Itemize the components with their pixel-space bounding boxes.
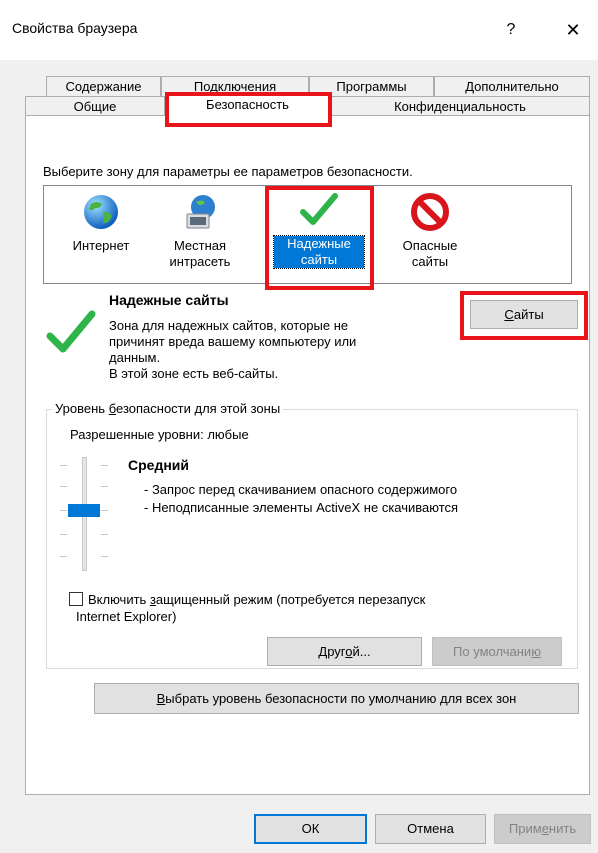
apply-button[interactable]: Применить — [494, 814, 591, 844]
protected-mode-label[interactable]: Включить защищенный режим (потребуется п… — [76, 591, 426, 625]
globe-icon — [84, 195, 118, 229]
allowed-levels: Разрешенные уровни: любые — [70, 427, 249, 442]
selected-zone-description: Зона для надежных сайтов, которые не при… — [109, 318, 356, 382]
accelerator-key: ю — [531, 644, 541, 659]
accelerator-key: б — [108, 401, 117, 416]
slider-tick — [60, 510, 67, 511]
cancel-button[interactable]: Отмена — [375, 814, 486, 844]
tab-connections[interactable]: Подключения — [161, 76, 309, 96]
button-label: ыбрать уровень безопасности по умолчанию… — [165, 691, 517, 706]
default-level-button[interactable]: По умолчанию — [432, 637, 562, 666]
button-label: айты — [513, 307, 544, 322]
slider-tick — [101, 534, 108, 535]
button-label: й... — [352, 644, 371, 659]
level-description-line: - Запрос перед скачиванием опасного соде… — [144, 482, 458, 497]
selected-zone-title: Надежные сайты — [109, 292, 229, 308]
slider-tick — [101, 486, 108, 487]
zone-trusted-sites[interactable]: Надежные сайты — [273, 190, 365, 269]
tab-advanced[interactable]: Дополнительно — [434, 76, 590, 96]
window-title: Свойства браузера — [12, 20, 138, 36]
button-label: Прим — [508, 821, 542, 836]
reset-all-zones-button[interactable]: Выбрать уровень безопасности по умолчани… — [94, 683, 579, 714]
description-line: В этой зоне есть веб-сайты. — [109, 366, 279, 381]
slider-tick — [60, 534, 67, 535]
protected-mode-checkbox[interactable] — [69, 592, 83, 606]
slider-tick — [101, 465, 108, 466]
button-label: нить — [548, 821, 577, 836]
zone-label: Надежные сайты — [273, 235, 365, 269]
close-button[interactable]: ✕ — [556, 14, 590, 46]
description-line: причинят вреда вашему компьютеру или — [109, 334, 357, 349]
label-text: Internet Explorer) — [76, 609, 177, 624]
tab-content[interactable]: Содержание — [46, 76, 161, 96]
description-line: Зона для надежных сайтов, которые не — [109, 318, 349, 333]
tab-programs[interactable]: Программы — [309, 76, 434, 96]
checkmark-icon — [46, 310, 96, 353]
slider-thumb[interactable] — [68, 504, 100, 517]
level-name: Средний — [128, 457, 190, 473]
tab-privacy[interactable]: Конфиденциальность — [330, 96, 590, 116]
slider-tick — [60, 486, 67, 487]
legend-text: езопасности для этой зоны — [116, 401, 281, 416]
checkmark-icon — [300, 193, 338, 225]
slider-tick — [60, 556, 67, 557]
zone-label: Опасные сайты — [402, 238, 458, 269]
label-text: Включить — [88, 592, 150, 607]
zone-restricted-sites[interactable]: Опасные сайты — [385, 192, 475, 270]
accelerator-key: С — [504, 307, 514, 322]
button-label: Друг — [318, 644, 346, 659]
level-description-line: - Неподписанные элементы ActiveX не скач… — [144, 500, 459, 515]
tab-security[interactable]: Безопасность — [165, 94, 330, 116]
accelerator-key: В — [156, 691, 166, 706]
slider-tick — [101, 510, 108, 511]
zone-prompt: Выберите зону для параметры ее параметро… — [43, 164, 413, 179]
slider-tick — [101, 556, 108, 557]
help-button[interactable]: ? — [494, 16, 528, 44]
zone-label: Интернет — [72, 238, 130, 253]
ok-button[interactable]: ОК — [254, 814, 367, 844]
intranet-icon — [186, 195, 215, 229]
tab-general[interactable]: Общие — [25, 96, 165, 116]
custom-level-button[interactable]: Другой... — [267, 637, 422, 666]
description-line: данным. — [109, 350, 161, 365]
security-level-group — [46, 409, 578, 669]
zone-label: Местная интрасеть — [169, 238, 231, 269]
level-description: - Запрос перед скачиванием опасного соде… — [144, 481, 458, 517]
zone-internet[interactable]: Интернет — [56, 192, 146, 254]
slider-tick — [60, 465, 67, 466]
label-text: ащищенный режим (потребуется перезапуск — [155, 592, 426, 607]
restricted-icon — [411, 193, 449, 231]
security-level-slider[interactable] — [58, 455, 110, 575]
group-legend: Уровень безопасности для этой зоны — [52, 401, 284, 416]
button-label: По умолчани — [453, 644, 532, 659]
sites-button[interactable]: Сайты — [470, 300, 578, 329]
legend-text: Уровень — [55, 401, 109, 416]
zone-intranet[interactable]: Местная интрасеть — [155, 192, 245, 270]
accelerator-key: е — [541, 821, 549, 836]
